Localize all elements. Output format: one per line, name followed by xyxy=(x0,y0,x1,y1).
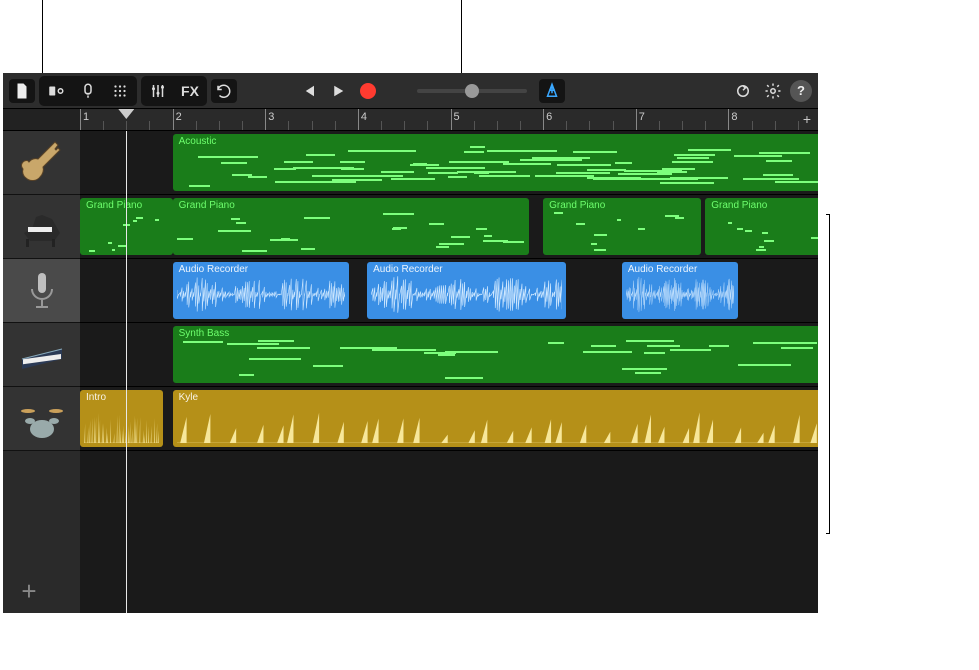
ruler-bar-number: 2 xyxy=(176,111,182,123)
track-headers: + xyxy=(3,131,80,613)
track-header-vocals[interactable] xyxy=(3,259,80,323)
callout-line-tracks xyxy=(42,0,43,75)
track-header-acoustic[interactable] xyxy=(3,131,80,195)
ruler-bar-number: 4 xyxy=(361,111,367,123)
region[interactable]: Audio Recorder xyxy=(367,262,566,319)
microphone-icon xyxy=(18,267,66,315)
volume-thumb[interactable] xyxy=(465,84,479,98)
my-songs-button[interactable] xyxy=(9,79,35,103)
region-label: Acoustic xyxy=(179,136,217,147)
region-label: Audio Recorder xyxy=(628,264,697,275)
ruler-bar-number: 3 xyxy=(268,111,274,123)
ruler-row: + 1 2 3 4 5 6 7 8 xyxy=(3,109,818,131)
track-lane-drums[interactable]: Intro Kyle xyxy=(80,387,818,451)
region[interactable]: Synth Bass xyxy=(173,326,818,383)
instrument-button[interactable] xyxy=(75,79,101,103)
region[interactable]: Intro xyxy=(80,390,163,447)
region[interactable]: Kyle xyxy=(173,390,818,447)
piano-icon xyxy=(18,203,66,251)
ruler-gutter xyxy=(3,109,80,130)
region-label: Kyle xyxy=(179,392,198,403)
track-lane-piano[interactable]: Grand Piano Grand Piano Grand Piano Grand P… xyxy=(80,195,818,259)
playhead[interactable] xyxy=(118,109,134,121)
region[interactable]: Acoustic xyxy=(173,134,818,191)
guitar-icon xyxy=(18,139,66,187)
ruler[interactable]: + 1 2 3 4 5 6 7 8 xyxy=(80,109,818,130)
ruler-bar-number: 8 xyxy=(731,111,737,123)
keyboard-icon xyxy=(18,331,66,379)
loop-browser-button[interactable] xyxy=(107,79,133,103)
region-label: Grand Piano xyxy=(711,200,767,211)
view-group xyxy=(39,76,137,106)
tracks-area: + AcousticGrand PianoGrand PianoGrand Pi… xyxy=(3,131,818,613)
help-icon: ? xyxy=(797,83,805,98)
drums-icon xyxy=(18,395,66,443)
toolbar: FX ? xyxy=(3,73,818,109)
metronome-button[interactable] xyxy=(539,79,565,103)
region[interactable]: Grand Piano xyxy=(543,198,700,255)
ruler-bar-number: 6 xyxy=(546,111,552,123)
track-header-drums[interactable] xyxy=(3,387,80,451)
browser-button[interactable] xyxy=(43,79,69,103)
track-header-piano[interactable] xyxy=(3,195,80,259)
controls-group: FX xyxy=(141,76,207,106)
region[interactable]: Audio Recorder xyxy=(622,262,738,319)
record-icon xyxy=(360,83,376,99)
region-label: Audio Recorder xyxy=(373,264,442,275)
record-button[interactable] xyxy=(355,79,381,103)
region-label: Synth Bass xyxy=(179,328,230,339)
track-lane-synth[interactable]: Synth Bass xyxy=(80,323,818,387)
region[interactable]: Grand Piano xyxy=(705,198,818,255)
region[interactable]: Audio Recorder xyxy=(173,262,349,319)
help-button[interactable]: ? xyxy=(790,80,812,102)
region-label: Grand Piano xyxy=(179,200,235,211)
loop-button[interactable] xyxy=(730,79,756,103)
timeline[interactable]: AcousticGrand PianoGrand PianoGrand Pian… xyxy=(80,131,818,613)
track-lane-vocals[interactable]: Audio Recorder Audio Recorder Audio Record… xyxy=(80,259,818,323)
track-header-synth[interactable] xyxy=(3,323,80,387)
callout-bracket-timeline xyxy=(826,214,830,534)
ruler-bar-number: 5 xyxy=(454,111,460,123)
region-label: Audio Recorder xyxy=(179,264,248,275)
volume-slider[interactable] xyxy=(417,89,527,93)
track-controls-button[interactable] xyxy=(145,79,171,103)
zoom-add-button[interactable]: + xyxy=(800,112,814,126)
track-lane-acoustic[interactable]: Acoustic xyxy=(80,131,818,195)
garageband-tracks-window: FX ? xyxy=(3,73,818,613)
fx-button[interactable]: FX xyxy=(177,79,203,103)
undo-button[interactable] xyxy=(211,79,237,103)
region-label: Intro xyxy=(86,392,106,403)
region[interactable]: Grand Piano xyxy=(173,198,530,255)
ruler-bar-number: 7 xyxy=(639,111,645,123)
region-label: Grand Piano xyxy=(86,200,142,211)
ruler-bar-number: 1 xyxy=(83,111,89,123)
region[interactable]: Grand Piano xyxy=(80,198,173,255)
settings-button[interactable] xyxy=(760,79,786,103)
add-track-button[interactable]: + xyxy=(13,575,45,607)
go-to-beginning-button[interactable] xyxy=(295,79,321,103)
region-label: Grand Piano xyxy=(549,200,605,211)
play-button[interactable] xyxy=(325,79,351,103)
